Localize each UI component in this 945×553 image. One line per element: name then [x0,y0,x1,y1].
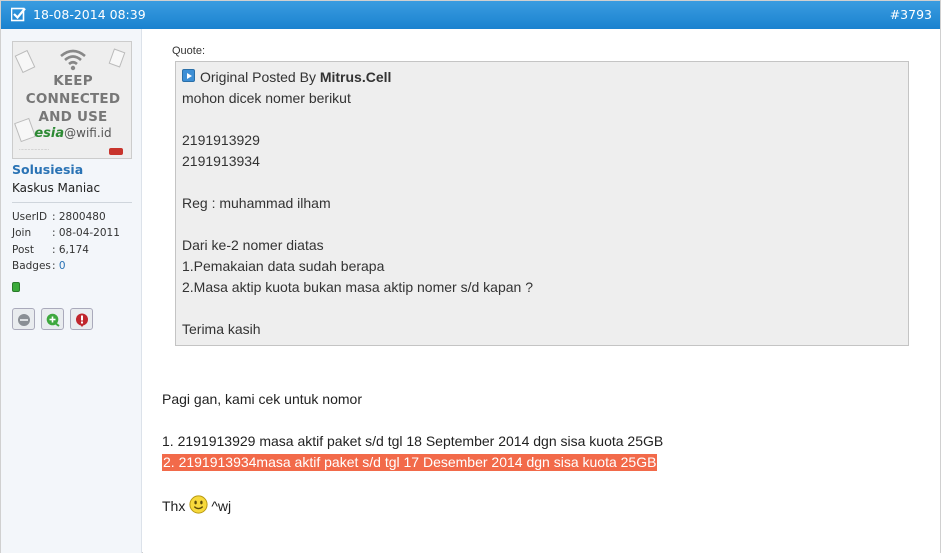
badges-link[interactable]: 0 [59,260,66,272]
quote-line: Terima kasih [182,321,261,337]
checkbox-icon[interactable] [11,7,26,22]
post-header: 18-08-2014 08:39 #3793 [1,1,940,29]
report-icon [76,313,88,327]
avatar[interactable]: KEEP CONNECTED AND USE esia@wifi.id ····… [12,41,132,159]
avatar-brand: esia@wifi.id [13,126,131,141]
report-button[interactable] [70,308,93,330]
quote-line: Reg : muhammad ilham [182,195,331,211]
quote-arrow-icon[interactable] [182,69,195,82]
quote-prefix: Original Posted By [200,69,320,85]
info-label: Badges [12,260,51,272]
quote-box: Original Posted By Mitrus.Cell mohon dic… [175,61,909,346]
info-value: : 6,174 [52,244,89,256]
ignore-user-button[interactable] [12,308,35,330]
username-link[interactable]: Solusiesia [12,162,83,178]
wifi-icon [60,49,86,71]
phone-graphic [108,48,126,68]
quote-author[interactable]: Mitrus.Cell [320,69,392,85]
quote-label: Quote: [172,45,206,57]
post-content: Quote: Original Posted By Mitrus.Cell mo… [143,29,940,553]
phone-graphic [14,49,36,74]
quote-line: 2191913929 [182,132,260,148]
user-info-row: Post : 6,174 [12,243,89,257]
avatar-text-line: KEEP [53,73,93,89]
smiley-icon [189,495,208,514]
quote-line: Dari ke-2 nomer diatas [182,237,324,253]
add-reputation-icon [46,313,60,327]
info-label: Post [12,244,34,256]
closing-signature: ^wj [211,498,232,514]
info-label: UserID [12,211,48,223]
post-date: 18-08-2014 08:39 [33,7,146,22]
user-info-row: Join : 08-04-2011 [12,226,120,240]
highlighted-text: 2. 2191913934masa aktif paket s/d tgl 17… [162,454,658,471]
forum-post: 18-08-2014 08:39 #3793 KEEP CONNECTED AN… [0,0,941,553]
info-value: : [52,260,59,272]
avatar-brand-suffix: @wifi.id [64,126,112,140]
post-number-link[interactable]: #3793 [890,7,932,23]
avatar-text-line: AND USE [38,109,108,125]
quote-line: 2.Masa aktip kuota bukan masa aktip nome… [182,279,533,295]
avatar-brand-esia: esia [34,126,65,141]
message-item-highlighted: 2. 2191913934masa aktif paket s/d tgl 17… [162,453,658,471]
user-info-row: UserID : 2800480 [12,210,106,224]
info-value: : 08-04-2011 [52,227,120,239]
divider [12,202,132,203]
avatar-text-line: CONNECTED [25,91,121,107]
ignore-user-icon [18,314,30,326]
info-label: Join [12,227,32,239]
user-sidebar: KEEP CONNECTED AND USE esia@wifi.id ····… [1,29,142,553]
message-closing: Thx ^wj [162,495,231,515]
message-item: 1. 2191913929 masa aktif paket s/d tgl 1… [162,433,664,449]
quote-line: 2191913934 [182,153,260,169]
add-reputation-button[interactable] [41,308,64,330]
quote-line: 1.Pemakaian data sudah berapa [182,258,385,274]
online-status-icon [12,282,20,292]
quote-line: mohon dicek nomer berikut [182,90,351,106]
user-title: Kaskus Maniac [12,181,101,195]
avatar-fineprint: ····················· [19,148,50,153]
info-value: : 2800480 [52,211,106,223]
brand-logo-icon [109,148,123,155]
quote-header: Original Posted By Mitrus.Cell [200,68,391,86]
message-greeting: Pagi gan, kami cek untuk nomor [162,391,362,407]
user-info-row: Badges: 0 [12,259,66,273]
closing-thx: Thx [162,498,186,514]
